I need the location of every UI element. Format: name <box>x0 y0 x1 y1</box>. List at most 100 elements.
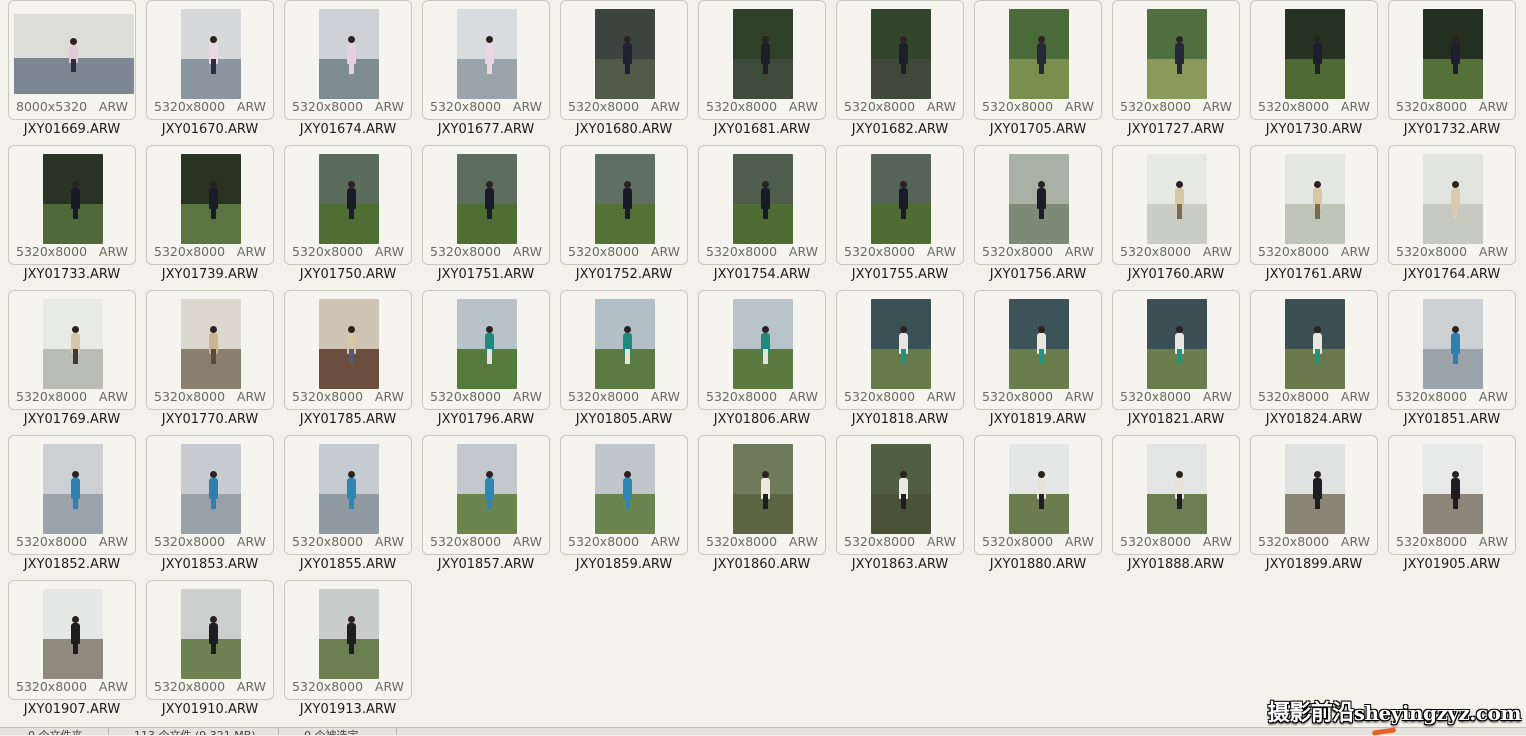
photo-thumbnail[interactable] <box>733 9 793 99</box>
file-name[interactable]: JXY01770.ARW <box>146 412 274 427</box>
file-item[interactable]: 5320x8000 ARW JXY01863.ARW <box>828 435 966 580</box>
photo-thumbnail[interactable] <box>1423 444 1483 534</box>
photo-thumbnail[interactable] <box>1285 154 1345 244</box>
file-name[interactable]: JXY01899.ARW <box>1250 557 1378 572</box>
file-name[interactable]: JXY01682.ARW <box>836 122 964 137</box>
thumbnail-frame[interactable]: 5320x8000 ARW <box>974 145 1102 265</box>
file-item[interactable]: 5320x8000 ARW JXY01670.ARW <box>138 0 276 145</box>
file-name[interactable]: JXY01752.ARW <box>560 267 688 282</box>
file-name[interactable]: JXY01677.ARW <box>422 122 550 137</box>
file-item[interactable]: 5320x8000 ARW JXY01853.ARW <box>138 435 276 580</box>
file-item[interactable]: 5320x8000 ARW JXY01913.ARW <box>276 580 414 725</box>
file-name[interactable]: JXY01880.ARW <box>974 557 1102 572</box>
file-name[interactable]: JXY01913.ARW <box>284 702 412 717</box>
thumbnail-frame[interactable]: 5320x8000 ARW <box>698 435 826 555</box>
file-item[interactable]: 5320x8000 ARW JXY01761.ARW <box>1242 145 1380 290</box>
thumbnail-frame[interactable]: 5320x8000 ARW <box>560 435 688 555</box>
file-name[interactable]: JXY01733.ARW <box>8 267 136 282</box>
file-item[interactable]: 5320x8000 ARW JXY01733.ARW <box>0 145 138 290</box>
photo-thumbnail[interactable] <box>43 589 103 679</box>
photo-thumbnail[interactable] <box>733 154 793 244</box>
thumbnail-frame[interactable]: 5320x8000 ARW <box>974 290 1102 410</box>
thumbnail-frame[interactable]: 5320x8000 ARW <box>1250 145 1378 265</box>
file-item[interactable]: 5320x8000 ARW JXY01818.ARW <box>828 290 966 435</box>
photo-thumbnail[interactable] <box>1009 9 1069 99</box>
file-name[interactable]: JXY01670.ARW <box>146 122 274 137</box>
file-name[interactable]: JXY01674.ARW <box>284 122 412 137</box>
thumbnail-frame[interactable]: 5320x8000 ARW <box>422 145 550 265</box>
photo-thumbnail[interactable] <box>1147 9 1207 99</box>
file-name[interactable]: JXY01863.ARW <box>836 557 964 572</box>
photo-thumbnail[interactable] <box>181 589 241 679</box>
file-name[interactable]: JXY01769.ARW <box>8 412 136 427</box>
file-name[interactable]: JXY01760.ARW <box>1112 267 1240 282</box>
file-name[interactable]: JXY01764.ARW <box>1388 267 1516 282</box>
photo-thumbnail[interactable] <box>871 154 931 244</box>
thumbnail-frame[interactable]: 8000x5320 ARW <box>8 0 136 120</box>
thumbnail-frame[interactable]: 5320x8000 ARW <box>146 290 274 410</box>
thumbnail-frame[interactable]: 5320x8000 ARW <box>1112 435 1240 555</box>
file-name[interactable]: JXY01754.ARW <box>698 267 826 282</box>
file-name[interactable]: JXY01821.ARW <box>1112 412 1240 427</box>
file-name[interactable]: JXY01888.ARW <box>1112 557 1240 572</box>
file-name[interactable]: JXY01680.ARW <box>560 122 688 137</box>
file-name[interactable]: JXY01853.ARW <box>146 557 274 572</box>
photo-thumbnail[interactable] <box>319 154 379 244</box>
thumbnail-frame[interactable]: 5320x8000 ARW <box>8 435 136 555</box>
file-name[interactable]: JXY01751.ARW <box>422 267 550 282</box>
thumbnail-frame[interactable]: 5320x8000 ARW <box>560 145 688 265</box>
file-item[interactable]: 5320x8000 ARW JXY01821.ARW <box>1104 290 1242 435</box>
file-item[interactable]: 5320x8000 ARW JXY01859.ARW <box>552 435 690 580</box>
file-item[interactable]: 5320x8000 ARW JXY01730.ARW <box>1242 0 1380 145</box>
file-item[interactable]: 5320x8000 ARW JXY01754.ARW <box>690 145 828 290</box>
file-item[interactable]: 5320x8000 ARW JXY01907.ARW <box>0 580 138 725</box>
photo-thumbnail[interactable] <box>319 444 379 534</box>
photo-thumbnail[interactable] <box>457 299 517 389</box>
thumbnail-frame[interactable]: 5320x8000 ARW <box>698 145 826 265</box>
photo-thumbnail[interactable] <box>1147 154 1207 244</box>
file-item[interactable]: 5320x8000 ARW JXY01674.ARW <box>276 0 414 145</box>
photo-thumbnail[interactable] <box>1147 444 1207 534</box>
file-item[interactable]: 5320x8000 ARW JXY01910.ARW <box>138 580 276 725</box>
thumbnail-frame[interactable]: 5320x8000 ARW <box>1112 145 1240 265</box>
photo-thumbnail[interactable] <box>457 154 517 244</box>
thumbnail-frame[interactable]: 5320x8000 ARW <box>146 0 274 120</box>
file-name[interactable]: JXY01824.ARW <box>1250 412 1378 427</box>
thumbnail-frame[interactable]: 5320x8000 ARW <box>836 145 964 265</box>
photo-thumbnail[interactable] <box>181 444 241 534</box>
photo-thumbnail[interactable] <box>457 444 517 534</box>
file-item[interactable]: 5320x8000 ARW JXY01860.ARW <box>690 435 828 580</box>
photo-thumbnail[interactable] <box>871 9 931 99</box>
file-item[interactable]: 5320x8000 ARW JXY01677.ARW <box>414 0 552 145</box>
thumbnail-frame[interactable]: 5320x8000 ARW <box>284 0 412 120</box>
file-item[interactable]: 5320x8000 ARW JXY01785.ARW <box>276 290 414 435</box>
file-name[interactable]: JXY01669.ARW <box>8 122 136 137</box>
file-name[interactable]: JXY01739.ARW <box>146 267 274 282</box>
file-item[interactable]: 5320x8000 ARW JXY01855.ARW <box>276 435 414 580</box>
thumbnail-frame[interactable]: 5320x8000 ARW <box>1250 435 1378 555</box>
thumbnail-frame[interactable]: 5320x8000 ARW <box>698 290 826 410</box>
file-item[interactable]: 5320x8000 ARW JXY01760.ARW <box>1104 145 1242 290</box>
file-name[interactable]: JXY01855.ARW <box>284 557 412 572</box>
photo-thumbnail[interactable] <box>1423 299 1483 389</box>
photo-thumbnail[interactable] <box>1423 154 1483 244</box>
thumbnail-frame[interactable]: 5320x8000 ARW <box>1388 145 1516 265</box>
thumbnail-frame[interactable]: 5320x8000 ARW <box>8 145 136 265</box>
thumbnail-frame[interactable]: 5320x8000 ARW <box>284 580 412 700</box>
file-name[interactable]: JXY01806.ARW <box>698 412 826 427</box>
thumbnail-frame[interactable]: 5320x8000 ARW <box>1112 0 1240 120</box>
file-item[interactable]: 5320x8000 ARW JXY01852.ARW <box>0 435 138 580</box>
thumbnail-frame[interactable]: 5320x8000 ARW <box>1388 290 1516 410</box>
file-name[interactable]: JXY01732.ARW <box>1388 122 1516 137</box>
file-name[interactable]: JXY01852.ARW <box>8 557 136 572</box>
file-item[interactable]: 5320x8000 ARW JXY01681.ARW <box>690 0 828 145</box>
thumbnail-frame[interactable]: 5320x8000 ARW <box>560 290 688 410</box>
photo-thumbnail[interactable] <box>14 14 134 94</box>
file-item[interactable]: 8000x5320 ARW JXY01669.ARW <box>0 0 138 145</box>
file-name[interactable]: JXY01727.ARW <box>1112 122 1240 137</box>
file-name[interactable]: JXY01857.ARW <box>422 557 550 572</box>
thumbnail-frame[interactable]: 5320x8000 ARW <box>1112 290 1240 410</box>
file-item[interactable]: 5320x8000 ARW JXY01905.ARW <box>1380 435 1518 580</box>
thumbnail-frame[interactable]: 5320x8000 ARW <box>1250 290 1378 410</box>
thumbnail-frame[interactable]: 5320x8000 ARW <box>422 435 550 555</box>
